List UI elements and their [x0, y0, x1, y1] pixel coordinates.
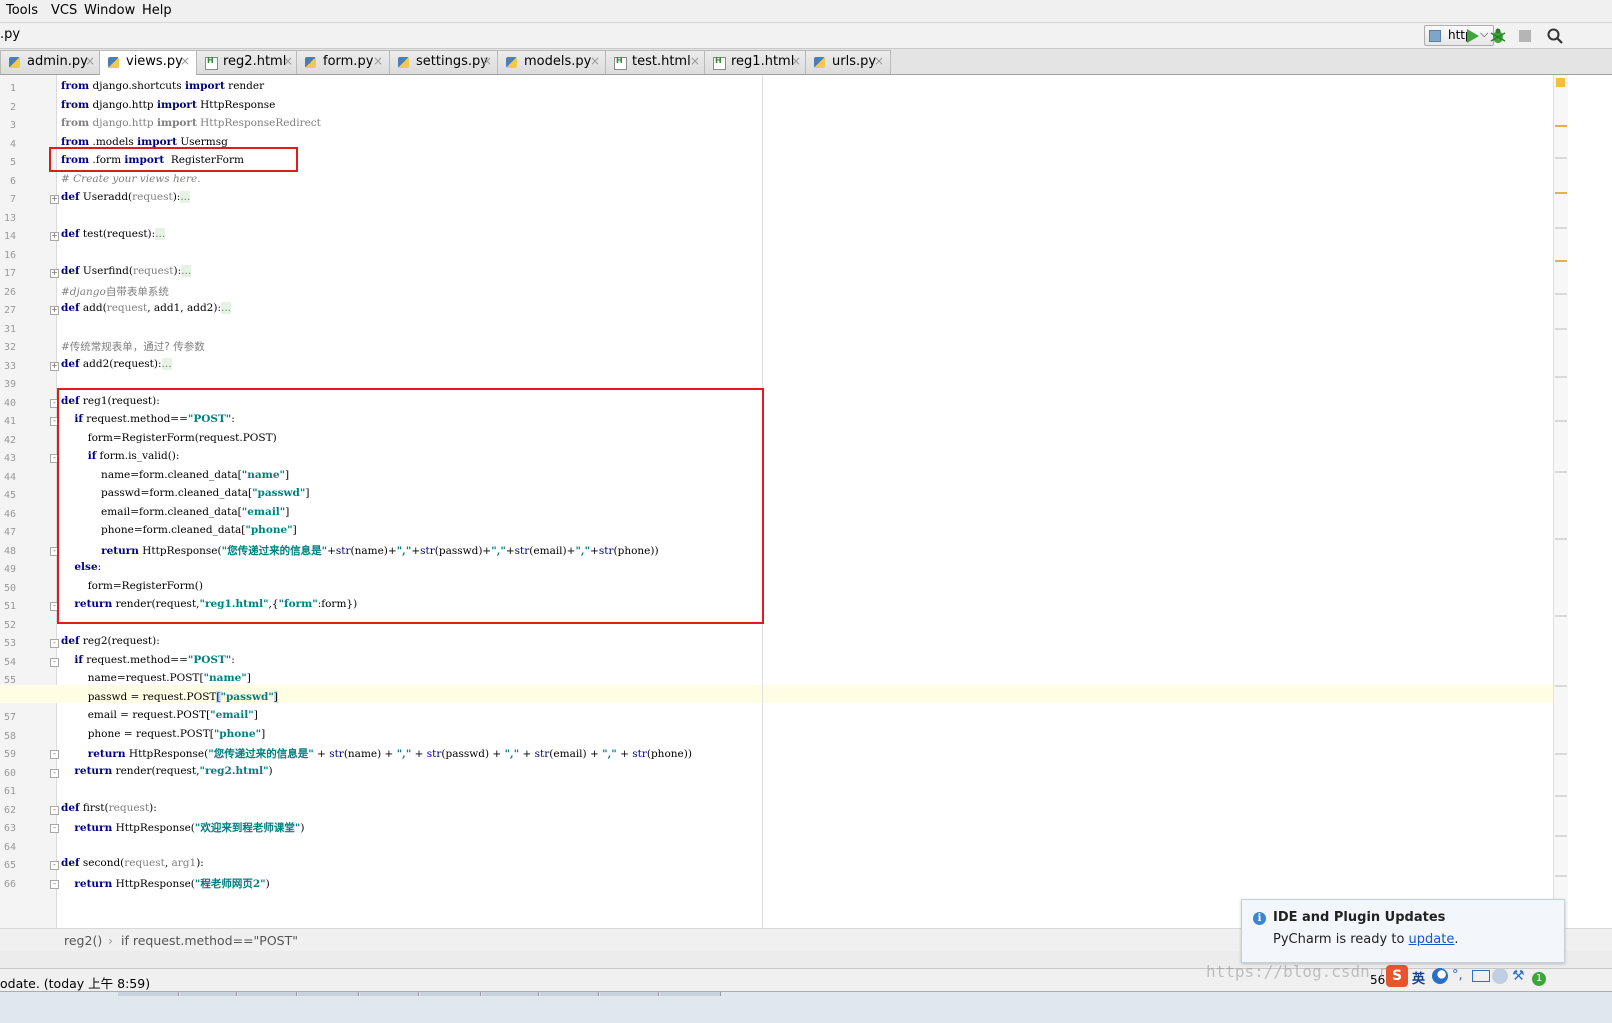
code-line[interactable]: #django自带表单系统 [61, 284, 169, 299]
window-bottom-edge [0, 991, 1612, 1023]
wrench-icon[interactable]: ⚒ [1512, 968, 1528, 984]
fold-expand-icon[interactable]: + [50, 306, 59, 315]
sogou-ime-icon[interactable]: S [1386, 965, 1408, 987]
code-line[interactable]: passwd = request.POST["passwd"] [61, 690, 278, 703]
notification-title: IDE and Plugin Updates [1273, 910, 1446, 925]
user-icon[interactable] [1492, 968, 1508, 984]
keyboard-icon[interactable] [1472, 970, 1490, 982]
code-line[interactable]: # Create your views here. [61, 173, 201, 185]
fold-collapse-icon[interactable]: - [50, 639, 59, 648]
fold-collapse-icon[interactable]: - [50, 750, 59, 759]
code-line[interactable]: def first(request): [61, 802, 157, 814]
moon-icon[interactable] [1432, 968, 1448, 984]
code-line[interactable]: return HttpResponse("程老师网页2") [61, 876, 269, 891]
code-line[interactable]: name=request.POST["name"] [61, 672, 251, 684]
fold-collapse-icon[interactable]: - [50, 824, 59, 833]
notification-body: PyCharm is ready to update. [1273, 932, 1458, 947]
fold-expand-icon[interactable]: + [50, 361, 59, 371]
highlight-box-import [49, 147, 298, 172]
code-line[interactable]: from django.http import HttpResponseRedi… [61, 117, 321, 129]
code-line[interactable]: from .models import Usermsg [61, 136, 228, 148]
code-line[interactable]: phone = request.POST["phone"] [61, 728, 265, 740]
update-badge-icon[interactable]: 1 [1532, 972, 1546, 986]
code-line[interactable]: def add(request, add1, add2):... [61, 302, 232, 314]
notification-text: PyCharm is ready to [1273, 932, 1409, 947]
notification-period: . [1454, 932, 1459, 947]
fold-collapse-icon[interactable]: - [50, 768, 59, 778]
status-message[interactable]: odate. (today 上午 8:59) [0, 973, 150, 992]
breadcrumb-function[interactable]: reg2() [64, 933, 102, 948]
ime-toolbar: S 英 °, ⚒ 1 [1386, 964, 1612, 990]
code-line[interactable]: return HttpResponse("欢迎来到程老师课堂") [61, 820, 304, 835]
code-line[interactable]: def Userfind(request):... [61, 265, 192, 277]
highlight-box-reg1 [57, 388, 764, 624]
fold-collapse-icon[interactable]: - [50, 861, 59, 870]
code-line[interactable]: def Useradd(request):... [61, 191, 191, 203]
fold-collapse-icon[interactable]: - [50, 879, 59, 889]
fold-collapse-icon[interactable]: - [50, 657, 59, 667]
ime-language[interactable]: 英 [1412, 968, 1425, 987]
code-line[interactable]: def second(request, arg1): [61, 857, 204, 869]
code-line[interactable]: email = request.POST["email"] [61, 709, 258, 721]
fold-collapse-icon[interactable]: - [50, 805, 59, 815]
breadcrumb-statement[interactable]: if request.method=="POST" [121, 933, 298, 948]
code-line[interactable]: return render(request,"reg2.html") [61, 765, 272, 777]
fold-expand-icon[interactable]: + [50, 195, 59, 204]
update-notification[interactable]: i IDE and Plugin Updates PyCharm is read… [1241, 899, 1565, 963]
code-line[interactable]: if request.method=="POST": [61, 654, 234, 666]
watermark: https://blog.csdn.n [1206, 962, 1390, 981]
breadcrumb-separator: › [108, 933, 113, 948]
code-line[interactable]: #传统常规表单，通过? 传参数 [61, 339, 205, 354]
code-line[interactable]: from django.shortcuts import render [61, 80, 264, 92]
fold-expand-icon[interactable]: + [50, 269, 59, 278]
code-line[interactable]: return HttpResponse("您传递过来的信息是" + str(na… [61, 746, 692, 761]
code-line[interactable]: from django.http import HttpResponse [61, 99, 275, 111]
info-icon: i [1253, 912, 1266, 925]
warning-indicator-icon[interactable] [1556, 78, 1565, 87]
fold-expand-icon[interactable]: + [50, 232, 59, 241]
code-line[interactable]: def test(request):... [61, 228, 166, 240]
code-line[interactable]: def reg2(request): [61, 635, 160, 647]
update-link[interactable]: update [1409, 932, 1455, 947]
code-line[interactable]: def add2(request):... [61, 357, 172, 370]
punctuation-icon[interactable]: °, [1452, 968, 1468, 984]
error-stripe [1553, 75, 1568, 928]
